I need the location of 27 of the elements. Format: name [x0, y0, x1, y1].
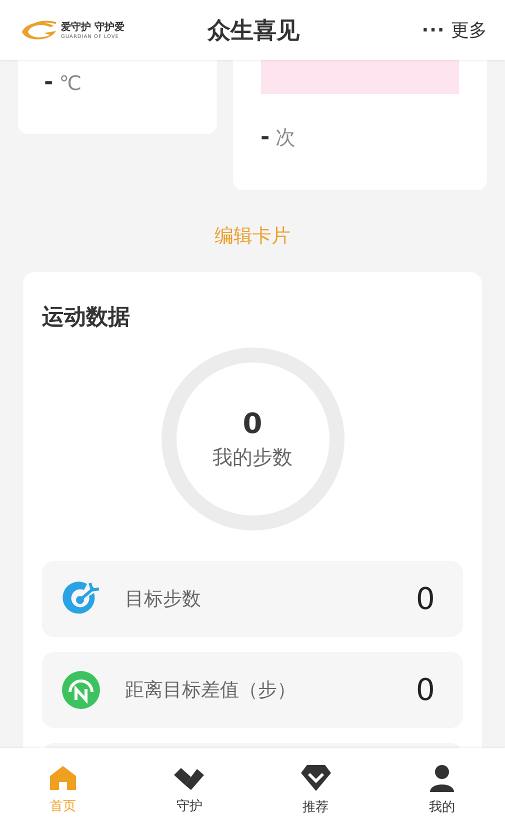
tab-item[interactable]: 我的 — [378, 748, 505, 829]
stat-row[interactable]: 距离目标差值（步） 0 — [42, 652, 463, 728]
page-title: 众生喜见 — [208, 16, 300, 46]
step-label: 我的步数 — [212, 444, 292, 471]
logo-text: 爱守护 守护爱 — [61, 20, 124, 34]
stat-row[interactable]: 目标步数 0 — [42, 561, 463, 637]
diamond-icon — [300, 764, 332, 792]
tab-item[interactable]: 守护 — [126, 748, 252, 829]
unit-text: 次 — [276, 124, 296, 151]
home-icon — [49, 765, 78, 791]
row-label: 目标步数 — [125, 587, 202, 612]
value-text: - — [44, 70, 54, 95]
row-value: 0 — [416, 672, 435, 708]
row-value: 0 — [416, 582, 435, 616]
value-text: - — [260, 125, 270, 150]
unit-text: ℃ — [59, 70, 82, 94]
data-card[interactable]: - 次 — [232, 60, 487, 190]
row-label: 距离目标差值（步） — [125, 678, 297, 703]
compass-icon — [61, 670, 101, 710]
data-card[interactable]: - ℃ — [18, 60, 216, 134]
user-icon — [428, 764, 455, 792]
handshake-icon — [173, 765, 206, 791]
more-button[interactable]: ··· 更多 — [367, 18, 487, 42]
card-title: 运动数据 — [42, 304, 131, 332]
step-count: 0 — [242, 407, 262, 440]
tab-item[interactable]: 推荐 — [252, 748, 379, 829]
logo-icon — [20, 18, 58, 42]
